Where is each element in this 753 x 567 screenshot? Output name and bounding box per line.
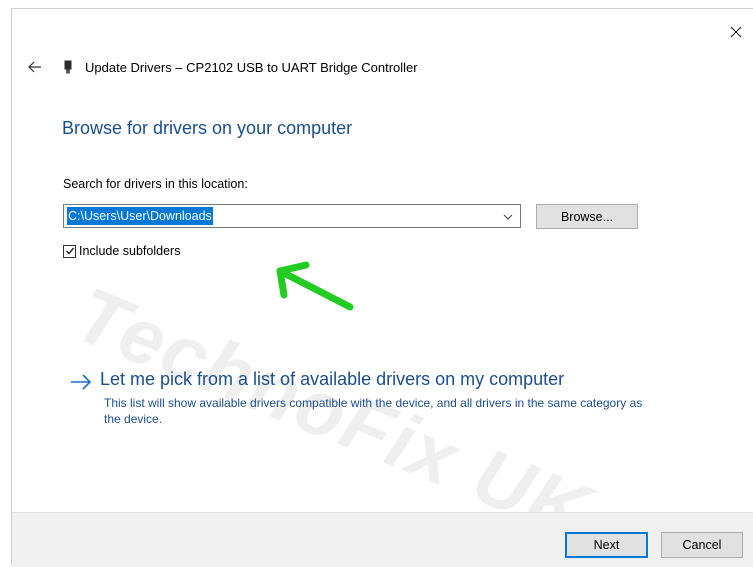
back-arrow-icon bbox=[28, 61, 41, 73]
usb-device-icon bbox=[64, 60, 72, 74]
close-icon bbox=[730, 26, 742, 38]
dialog-footer: Next Cancel bbox=[12, 512, 753, 567]
browse-button[interactable]: Browse... bbox=[536, 204, 638, 229]
search-location-label: Search for drivers in this location: bbox=[63, 177, 248, 191]
pick-from-list-description: This list will show available drivers co… bbox=[104, 396, 643, 426]
pick-from-list-link[interactable]: Let me pick from a list of available dri… bbox=[70, 369, 564, 391]
cancel-button[interactable]: Cancel bbox=[661, 532, 743, 558]
next-button[interactable]: Next bbox=[565, 532, 648, 558]
right-arrow-icon bbox=[71, 374, 92, 390]
path-input-value[interactable]: C:\Users\User\Downloads bbox=[67, 207, 213, 225]
green-arrow-icon bbox=[276, 261, 354, 311]
background-window-edge bbox=[0, 0, 11, 565]
update-drivers-dialog: Update Drivers – CP2102 USB to UART Brid… bbox=[11, 8, 753, 567]
back-button[interactable] bbox=[25, 57, 45, 77]
pick-from-list-title[interactable]: Let me pick from a list of available dri… bbox=[100, 369, 564, 390]
include-subfolders-checkbox[interactable] bbox=[63, 244, 76, 258]
close-button[interactable] bbox=[725, 21, 747, 43]
path-combobox[interactable]: C:\Users\User\Downloads bbox=[63, 204, 521, 228]
chevron-down-icon[interactable] bbox=[502, 211, 514, 223]
page-heading: Browse for drivers on your computer bbox=[62, 118, 353, 138]
dialog-title: Update Drivers – CP2102 USB to UART Brid… bbox=[85, 60, 418, 75]
include-subfolders-label: Include subfolders bbox=[79, 244, 181, 258]
checkmark-icon bbox=[65, 247, 74, 255]
include-subfolders-option[interactable]: Include subfolders bbox=[63, 244, 180, 258]
